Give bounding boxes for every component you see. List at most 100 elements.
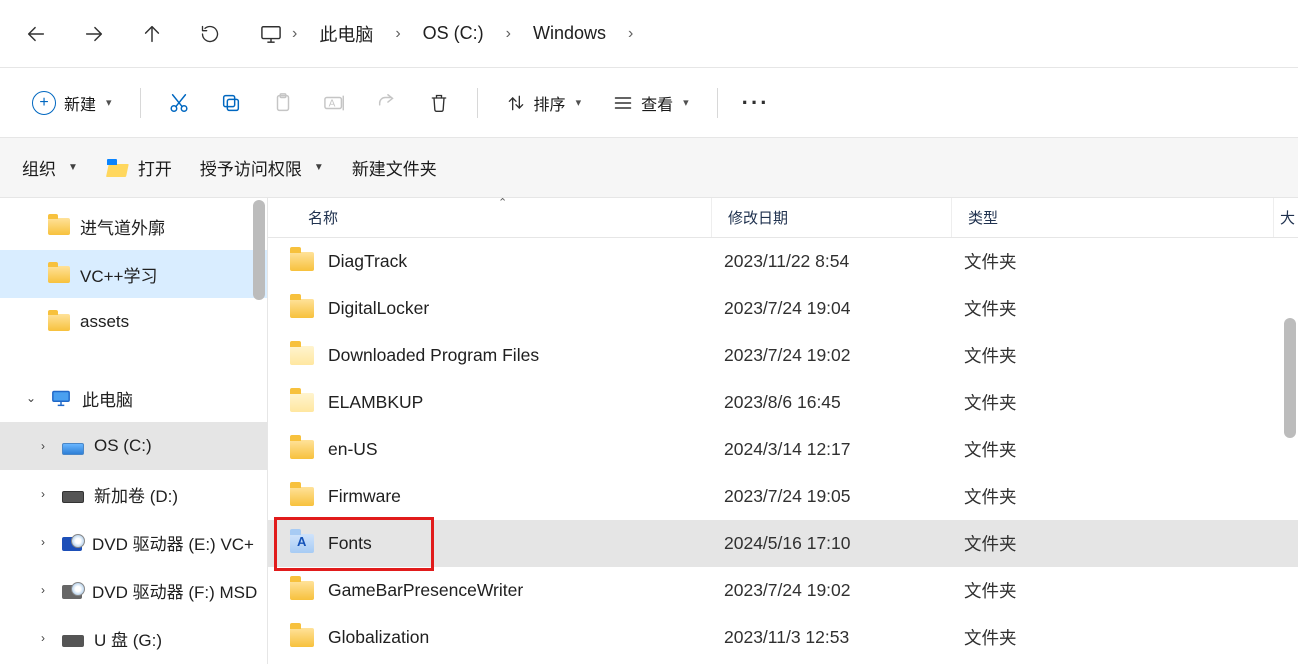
new-folder-button[interactable]: 新建文件夹 [352,155,437,180]
file-date: 2024/3/14 12:17 [712,439,952,460]
table-row[interactable]: DigitalLocker2023/7/24 19:04文件夹 [268,285,1298,332]
organize-menu[interactable]: 组织 ▼ [22,155,78,180]
crumb-this-pc[interactable]: 此电脑 [303,15,389,53]
view-button[interactable]: 查看 ▾ [601,81,701,125]
column-header-extra[interactable]: 大 [1274,207,1298,228]
chevron-right-icon[interactable]: › [34,439,52,453]
cut-button[interactable] [157,81,201,125]
sidebar-quick-item[interactable]: 进气道外廓 [0,202,267,250]
chevron-right-icon: › [393,25,402,43]
column-header-date[interactable]: 修改日期 [712,198,952,237]
separator [140,88,141,118]
chevron-right-icon[interactable]: › [34,631,52,645]
table-row[interactable]: Downloaded Program Files2023/7/24 19:02文… [268,332,1298,379]
file-date: 2024/5/16 17:10 [712,533,952,554]
more-button[interactable]: ··· [734,81,778,125]
delete-button[interactable] [417,81,461,125]
file-type: 文件夹 [952,343,1298,368]
svg-text:A: A [328,98,335,109]
usb-icon [62,635,84,647]
copy-button[interactable] [209,81,253,125]
organize-label: 组织 [22,155,56,180]
column-label: 类型 [968,207,998,228]
column-label: 大 [1280,210,1295,227]
file-name: Downloaded Program Files [328,345,539,366]
chevron-down-icon: ▾ [683,96,689,109]
sidebar-drive-item[interactable]: ›DVD 驱动器 (E:) VC+ [0,518,267,566]
chevron-right-icon: › [504,25,513,43]
file-date: 2023/7/24 19:04 [712,298,952,319]
sidebar-item-label: 新加卷 (D:) [94,482,178,507]
file-name: Fonts [328,533,372,554]
file-type: 文件夹 [952,249,1298,274]
file-date: 2023/11/3 12:53 [712,627,952,648]
column-header-type[interactable]: 类型 [952,198,1274,237]
navigation-pane: 进气道外廓 VC++学习 assets ⌄ 此电脑 ›OS (C:)›新加卷 (… [0,198,268,664]
sidebar-quick-item[interactable]: VC++学习 [0,250,267,298]
separator [717,88,718,118]
chevron-down-icon: ▾ [576,96,582,109]
table-row[interactable]: ELAMBKUP2023/8/6 16:45文件夹 [268,379,1298,426]
this-pc-icon [256,24,286,44]
new-label: 新建 [64,91,96,115]
folder-icon [290,534,314,553]
chevron-right-icon: › [290,25,299,43]
sidebar-item-label: assets [80,312,129,332]
table-row[interactable]: GameBarPresenceWriter2023/7/24 19:02文件夹 [268,567,1298,614]
refresh-button[interactable] [184,8,236,60]
chevron-right-icon[interactable]: › [34,487,52,501]
scrollbar-thumb[interactable] [253,200,265,300]
folder-icon [290,299,314,318]
folder-icon [290,393,314,412]
column-headers: 名称 ⌃ 修改日期 类型 大 [268,198,1298,238]
sidebar-drive-item[interactable]: ›U 盘 (G:) [0,614,267,662]
sort-indicator-icon: ⌃ [498,198,507,209]
open-button[interactable]: 打开 [106,155,172,180]
view-label: 查看 [641,91,673,115]
file-name: DiagTrack [328,251,407,272]
back-button[interactable] [10,8,62,60]
file-type: 文件夹 [952,578,1298,603]
sidebar-item-label: 进气道外廓 [80,214,165,239]
main-split: 进气道外廓 VC++学习 assets ⌄ 此电脑 ›OS (C:)›新加卷 (… [0,198,1298,664]
table-row[interactable]: Globalization2023/11/3 12:53文件夹 [268,614,1298,661]
new-folder-label: 新建文件夹 [352,155,437,180]
column-header-name[interactable]: 名称 ⌃ [268,198,712,237]
grant-access-menu[interactable]: 授予访问权限 ▼ [200,155,324,180]
address-bar: › 此电脑 › OS (C:) › Windows › [0,0,1298,68]
sidebar-drive-item[interactable]: › DVD 驱动器 (F:) MSD [0,566,267,614]
sidebar-item-label: DVD 驱动器 (F:) MSD [92,578,257,603]
open-label: 打开 [138,155,172,180]
file-type: 文件夹 [952,296,1298,321]
chevron-down-icon: ▼ [314,162,324,173]
sidebar-this-pc[interactable]: ⌄ 此电脑 [0,374,267,422]
forward-button[interactable] [68,8,120,60]
scrollbar-thumb[interactable] [1284,318,1296,438]
sidebar-drive-item[interactable]: › 新加卷 (D:) [0,470,267,518]
toolbar: + 新建 ▾ A 排序 ▾ 查看 ▾ ··· [0,68,1298,138]
chevron-down-icon[interactable]: ⌄ [22,391,40,405]
file-name: Globalization [328,627,429,648]
chevron-right-icon[interactable]: › [34,535,52,549]
up-button[interactable] [126,8,178,60]
sidebar-quick-item[interactable]: assets [0,298,267,346]
table-row[interactable]: Firmware2023/7/24 19:05文件夹 [268,473,1298,520]
crumb-folder[interactable]: Windows [517,17,622,50]
crumb-drive[interactable]: OS (C:) [407,17,500,50]
chevron-right-icon: › [626,25,635,43]
separator [477,88,478,118]
plus-icon: + [32,91,56,115]
chevron-right-icon[interactable]: › [34,583,52,597]
new-button[interactable]: + 新建 ▾ [20,81,124,125]
table-row[interactable]: DiagTrack2023/11/22 8:54文件夹 [268,238,1298,285]
sort-button[interactable]: 排序 ▾ [494,81,594,125]
table-row[interactable]: Fonts2024/5/16 17:10文件夹 [268,520,1298,567]
sidebar-drive-item[interactable]: ›OS (C:) [0,422,267,470]
table-row[interactable]: en-US2024/3/14 12:17文件夹 [268,426,1298,473]
this-pc-icon [50,389,72,407]
folder-icon [48,314,70,331]
folder-icon [48,266,70,283]
folder-icon [290,581,314,600]
folder-icon [290,487,314,506]
share-button [365,81,409,125]
